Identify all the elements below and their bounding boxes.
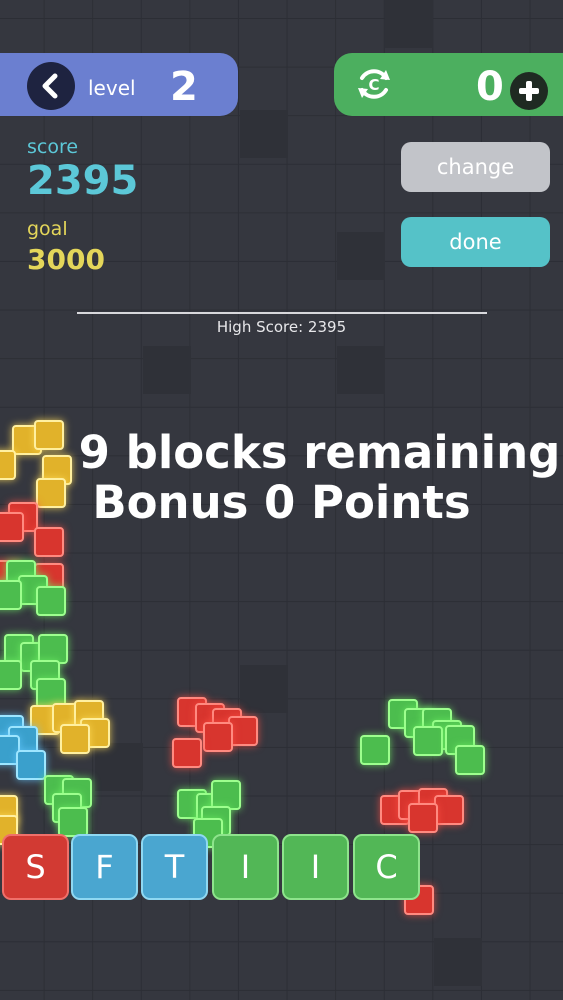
block [16, 750, 46, 780]
block [360, 735, 390, 765]
letter-tile-6[interactable]: C [353, 834, 420, 900]
block [203, 722, 233, 752]
divider [77, 312, 487, 314]
letter-tile-3[interactable]: T [141, 834, 208, 900]
bonus-points-message: Bonus 0 Points [92, 476, 471, 529]
svg-text:C: C [368, 76, 379, 94]
grid-shade-cell [337, 346, 385, 394]
goal-value: 3000 [27, 243, 105, 276]
grid-shade-cell [240, 665, 288, 713]
grid-shade-cell [434, 938, 482, 986]
block [408, 803, 438, 833]
block [34, 527, 64, 557]
letter-tile-4[interactable]: I [212, 834, 279, 900]
change-button[interactable]: change [401, 142, 550, 192]
letter-tile-5[interactable]: I [282, 834, 349, 900]
block [60, 724, 90, 754]
block [413, 726, 443, 756]
back-button[interactable] [27, 62, 75, 110]
coins-value: 0 [476, 64, 504, 110]
done-button[interactable]: done [401, 217, 550, 267]
letter-tile-1[interactable]: S [2, 834, 69, 900]
grid-shade-cell [337, 232, 385, 280]
score-value: 2395 [27, 158, 139, 204]
block [455, 745, 485, 775]
score-label: score [27, 136, 79, 158]
block [0, 580, 22, 610]
block [172, 738, 202, 768]
chevron-left-icon [42, 73, 58, 99]
letter-tile-2[interactable]: F [71, 834, 138, 900]
level-value: 2 [170, 64, 198, 110]
goal-label: goal [27, 218, 68, 240]
add-coins-button[interactable] [510, 72, 548, 110]
block [58, 807, 88, 837]
grid-shade-cell [143, 346, 191, 394]
block [0, 660, 22, 690]
refresh-coin-icon[interactable]: C [354, 64, 394, 104]
grid-shade-cell [95, 743, 143, 791]
grid-shade-cell [385, 0, 433, 48]
level-label: level [88, 76, 136, 100]
plus-icon [519, 81, 539, 101]
grid-shade-cell [240, 110, 288, 158]
block [36, 586, 66, 616]
block [434, 795, 464, 825]
high-score-text: High Score: 2395 [216, 318, 347, 336]
blocks-remaining-message: 9 blocks remaining [78, 426, 561, 479]
